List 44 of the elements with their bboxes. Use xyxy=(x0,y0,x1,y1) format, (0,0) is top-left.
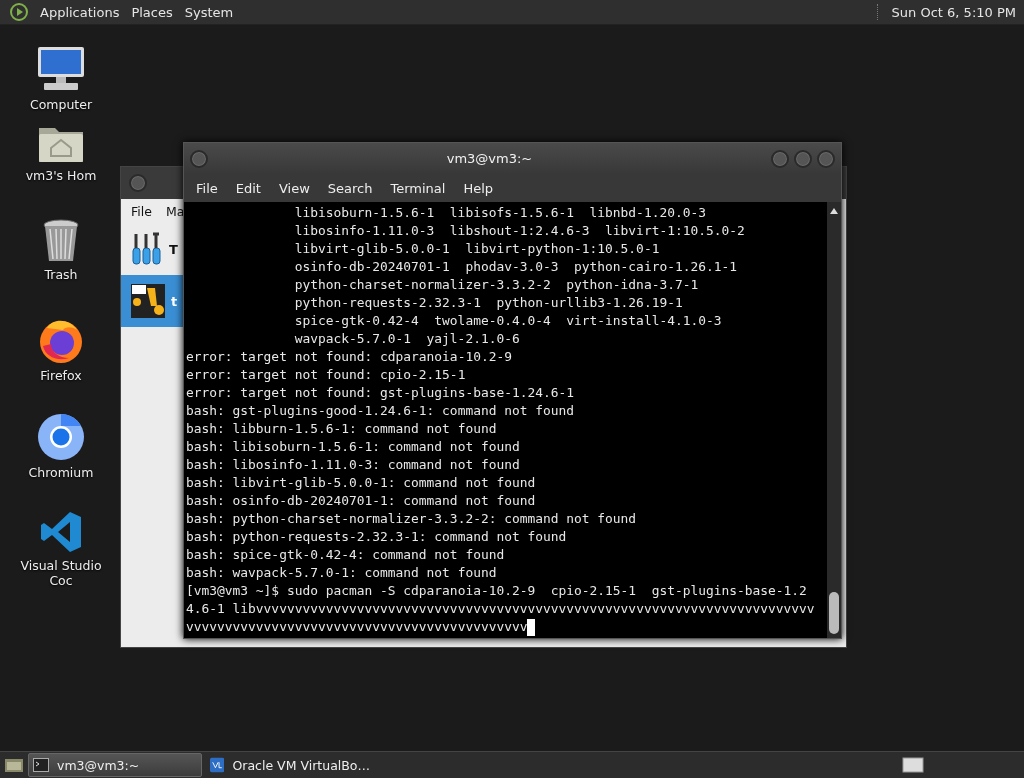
terminal-line: bash: spice-gtk-0.42-4: command not found xyxy=(186,546,505,564)
menu-item[interactable]: Edit xyxy=(227,177,269,199)
menu-item[interactable]: Terminal xyxy=(382,177,454,199)
command-line: [vm3@vm3 ~]$ sudo pacman -S cdparanoia-10.2-9 cpio-2.15-1 gst-plugins-base-1.24.6-1 libvvvvvvvvvvvvvvvvvvvvvvvvvvvvvvvvvvvvvvvvvvvvvvvvvvvvvvvvvvvvvvvvvvvvvvvvvvvvvvvvvvvvvvvvvvvvvvvvvvvvvvvvvvvvvvvvvvvv xyxy=(186,582,815,636)
terminal-line: bash: python-requests-2.32.3-1: command not found xyxy=(186,528,567,546)
window-title: vm3@vm3:~ xyxy=(445,151,534,166)
terminal-line: bash: python-charset-normalizer-3.3.2-2: command not found xyxy=(186,510,637,528)
desktop-icon-label[interactable]: vm3's Hom xyxy=(25,168,97,183)
terminal-line: error: target not found: gst-plugins-base-1.24.6-1 xyxy=(186,384,575,402)
menu-item[interactable]: Search xyxy=(319,177,381,199)
terminal-line: libosinfo-1.11.0-3 libshout-1:2.4.6-3 libvirt-1:10.5.0-2 xyxy=(294,222,745,240)
desktop-icon-label[interactable]: Firefox xyxy=(40,368,82,383)
desktop-icon-label[interactable]: Trash xyxy=(44,267,78,282)
menu-item[interactable]: Help xyxy=(455,177,502,199)
terminal-line: error: target not found: cdparanoia-10.2-9 xyxy=(186,348,512,366)
clock[interactable]: Sun Oct 6, 5:10 PM xyxy=(891,4,1016,20)
terminal-line: osinfo-db-20240701-1 phodav-3.0-3 python-cairo-1.26.1-1 xyxy=(294,258,737,276)
terminal-line: libisoburn-1.5.6-1 libisofs-1.5.6-1 libnbd-1.20.0-3 xyxy=(294,204,706,222)
terminal-line: bash: libvirt-glib-5.0.0-1: command not found xyxy=(186,474,536,492)
menu-item[interactable]: View xyxy=(270,177,318,199)
panel-menu[interactable]: System xyxy=(184,4,234,20)
desktop-icon-label[interactable]: Visual Studio Coc xyxy=(10,558,112,588)
terminal-line: bash: osinfo-db-20240701-1: command not found xyxy=(186,492,536,510)
terminal-line: error: target not found: cpio-2.15-1 xyxy=(186,366,466,384)
terminal-line: python-requests-2.32.3-1 python-urllib3-1.26.19-1 xyxy=(294,294,683,312)
panel-menu[interactable]: Places xyxy=(131,4,173,20)
taskbar-button[interactable]: vm3@vm3:~ xyxy=(28,753,202,777)
desktop-icon-label[interactable]: Chromium xyxy=(28,465,94,480)
desktop-icon-label[interactable]: Computer xyxy=(29,97,93,112)
terminal-line: bash: gst-plugins-good-1.24.6-1: command not found xyxy=(186,402,575,420)
menu-item[interactable]: File xyxy=(131,203,152,219)
menu-item[interactable]: Ma xyxy=(165,203,185,219)
terminal-line: bash: libisoburn-1.5.6-1: command not found xyxy=(186,438,520,456)
terminal-line: python-charset-normalizer-3.3.2-2 python-idna-3.7-1 xyxy=(294,276,699,294)
terminal-line: spice-gtk-0.42-4 twolame-0.4.0-4 virt-install-4.1.0-3 xyxy=(294,312,722,330)
terminal-line: libvirt-glib-5.0.0-1 libvirt-python-1:10.5.0-1 xyxy=(294,240,660,258)
terminal-line: bash: wavpack-5.7.0-1: command not found xyxy=(186,564,497,582)
panel-menu[interactable]: Applications xyxy=(40,4,120,20)
taskbar-button[interactable]: Oracle VM VirtualBo… xyxy=(206,754,378,776)
terminal-line: bash: libosinfo-1.11.0-3: command not found xyxy=(186,456,520,474)
terminal-line: bash: libburn-1.5.6-1: command not found xyxy=(186,420,497,438)
terminal-line: wavpack-5.7.0-1 yajl-2.1.0-6 xyxy=(294,330,520,348)
vm-list-item[interactable]: T xyxy=(121,223,183,275)
menu-item[interactable]: File xyxy=(188,177,226,199)
